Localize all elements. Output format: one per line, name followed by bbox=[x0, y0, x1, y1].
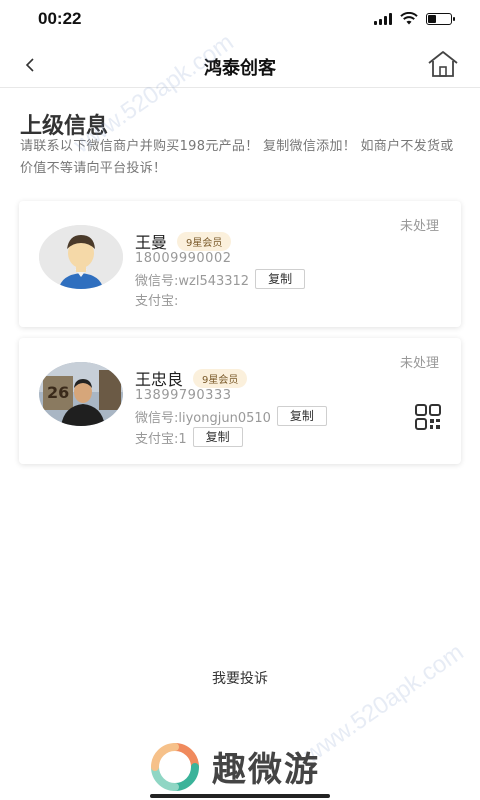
member-name: 王忠良 bbox=[135, 370, 184, 389]
name-row: 王忠良 9星会员 bbox=[135, 366, 248, 390]
member-card: 王曼 9星会员 未处理 18009990002 微信号:wzl543312 复制… bbox=[19, 201, 461, 327]
svg-text:26: 26 bbox=[47, 383, 69, 402]
page-title: 鸿泰创客 bbox=[204, 58, 276, 79]
wechat-row: 微信号:liyongjun0510 复制 bbox=[135, 406, 327, 426]
user-photo-avatar: 26 bbox=[39, 362, 123, 426]
member-level-badge: 9星会员 bbox=[177, 231, 232, 251]
home-button[interactable] bbox=[426, 48, 460, 80]
wechat-id: 微信号:liyongjun0510 bbox=[135, 410, 271, 426]
clock: 00:22 bbox=[38, 9, 82, 28]
member-card: 26 王忠良 9星会员 未处理 13899790333 微信号:liyongju… bbox=[19, 338, 461, 464]
status-label: 未处理 bbox=[399, 356, 439, 371]
member-name: 王曼 bbox=[135, 233, 168, 252]
phone-number: 18009990002 bbox=[135, 251, 232, 266]
wechat-id: 微信号:wzl543312 bbox=[135, 273, 250, 289]
brand-logo: 趣微游 bbox=[148, 742, 320, 791]
status-label: 未处理 bbox=[399, 219, 439, 234]
copy-wechat-button[interactable]: 复制 bbox=[255, 269, 306, 289]
status-bar: 00:22 bbox=[0, 0, 480, 40]
signal-icon bbox=[374, 12, 392, 25]
wifi-icon bbox=[400, 12, 418, 25]
brand-logo-icon bbox=[151, 742, 199, 791]
alipay-id: 支付宝:1 bbox=[135, 431, 187, 447]
alipay-row: 支付宝:1 复制 bbox=[135, 427, 243, 447]
battery-icon bbox=[426, 12, 455, 25]
avatar bbox=[39, 225, 123, 289]
home-indicator bbox=[150, 794, 330, 798]
copy-alipay-button[interactable]: 复制 bbox=[192, 427, 243, 447]
avatar: 26 bbox=[39, 362, 123, 426]
copy-wechat-button[interactable]: 复制 bbox=[276, 406, 327, 426]
nav-bar: 鸿泰创客 bbox=[0, 44, 480, 88]
default-avatar-icon bbox=[39, 225, 123, 289]
member-level-badge: 9星会员 bbox=[193, 368, 248, 388]
alipay-row: 支付宝: bbox=[135, 290, 178, 309]
status-icons bbox=[374, 12, 455, 25]
qr-code-icon[interactable] bbox=[415, 404, 441, 430]
phone-number: 13899790333 bbox=[135, 388, 232, 403]
home-icon bbox=[428, 51, 458, 77]
wechat-row: 微信号:wzl543312 复制 bbox=[135, 269, 306, 289]
alipay-id: 支付宝: bbox=[135, 294, 179, 309]
brand-name: 趣微游 bbox=[212, 750, 320, 790]
watermark-text: www.520apk.com bbox=[298, 638, 469, 769]
name-row: 王曼 9星会员 bbox=[135, 229, 232, 253]
